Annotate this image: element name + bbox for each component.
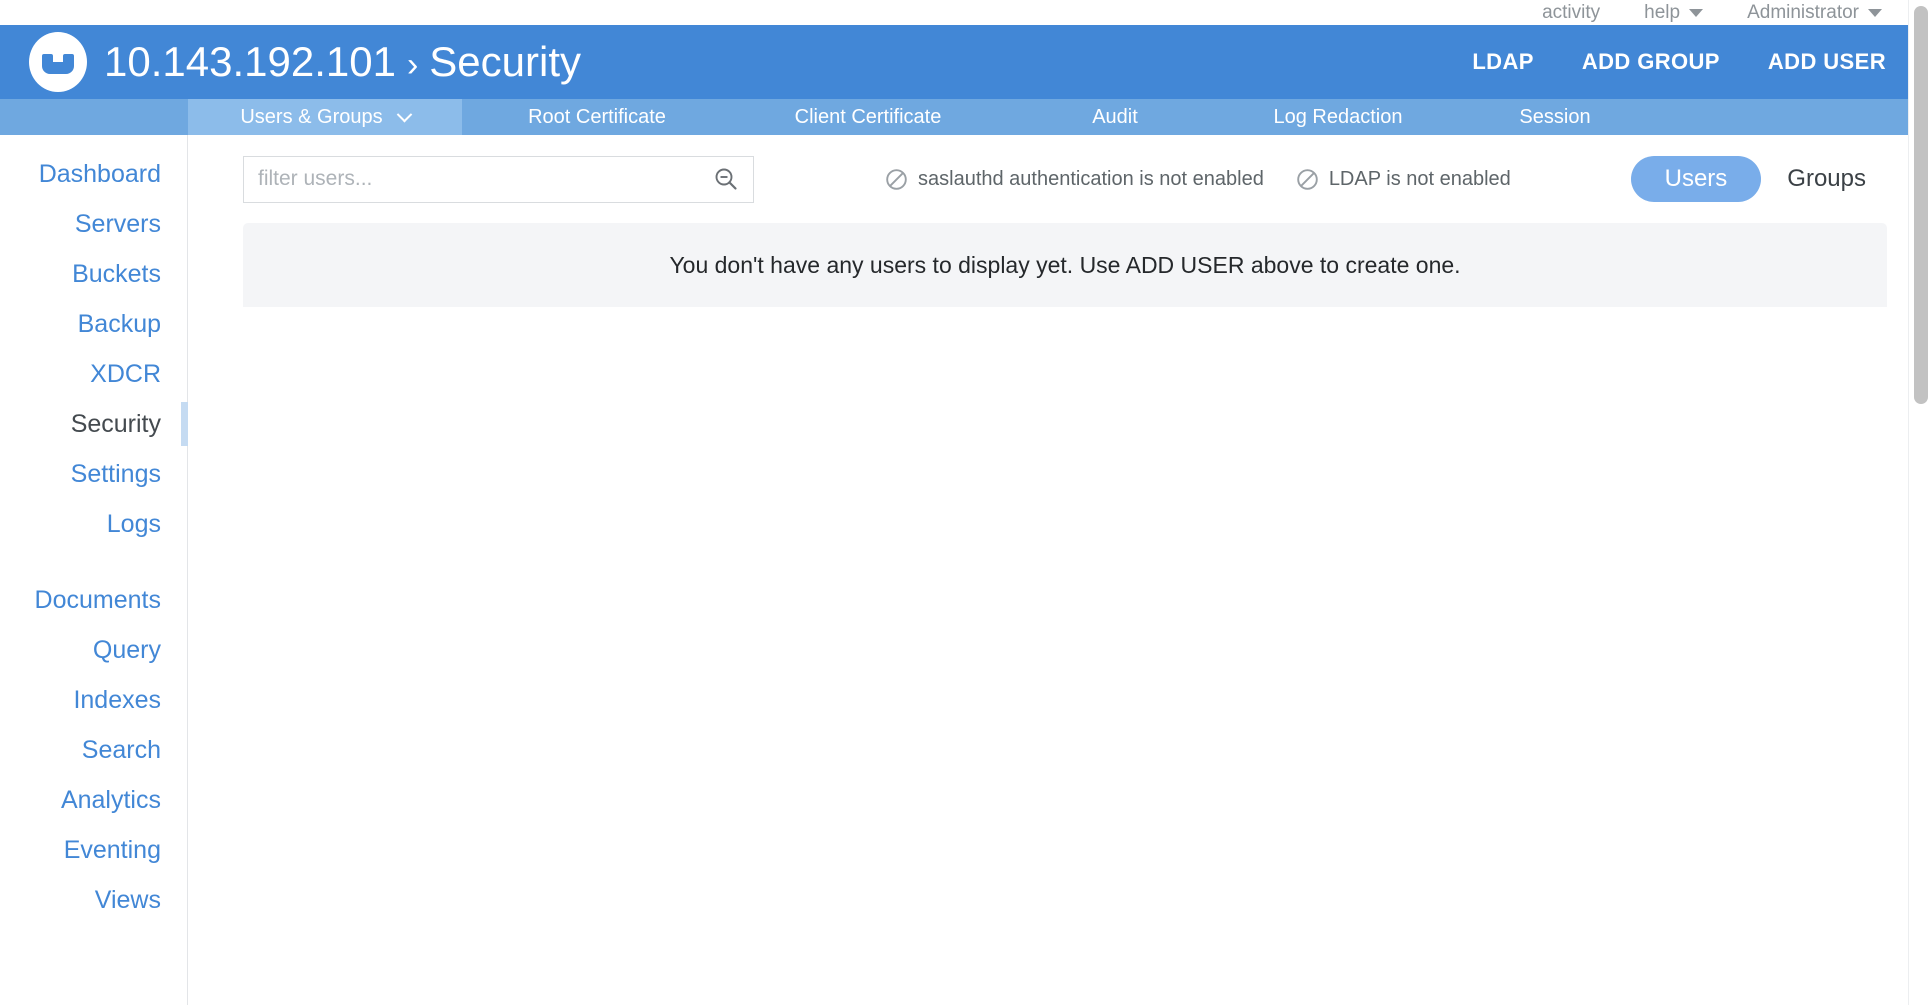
sidebar-item-query[interactable]: Query [0,625,187,675]
tab-label: Root Certificate [528,105,666,128]
sidebar-item-search[interactable]: Search [0,725,187,775]
page-title: 10.143.192.101 › Security [104,38,581,86]
sidebar-item-label: Settings [70,459,161,488]
sidebar-item-label: Dashboard [38,159,161,188]
tab-log-redaction[interactable]: Log Redaction [1226,99,1450,135]
tab-client-certificate[interactable]: Client Certificate [732,99,1004,135]
sidebar-item-label: Documents [34,585,161,614]
sidebar-group-divider [0,549,187,575]
breadcrumb-section: Security [429,38,581,85]
chevron-down-icon [396,106,412,122]
search-input[interactable] [244,156,753,202]
users-groups-toggle: Users Groups [1630,156,1898,202]
header-actions: LDAP ADD GROUP ADD USER [1424,49,1908,75]
sidebar-item-label: Security [70,409,161,438]
sidebar-item-label: Search [81,735,161,764]
status-indicators: saslauthd authentication is not enabled … [885,168,1511,191]
sidebar-item-logs[interactable]: Logs [0,499,187,549]
sidebar-item-label: Analytics [60,785,161,814]
couchbase-admin-console: activity help Administrator 10.143.192.1… [0,0,1932,1005]
sidebar-item-label: Logs [106,509,161,538]
empty-state-panel: You don't have any users to display yet.… [243,223,1887,307]
sidebar-item-buckets[interactable]: Buckets [0,249,187,299]
content-area: saslauthd authentication is not enabled … [189,135,1908,1005]
sidebar-item-eventing[interactable]: Eventing [0,825,187,875]
sidebar: Dashboard Servers Buckets Backup XDCR Se… [0,135,188,1005]
status-saslauthd: saslauthd authentication is not enabled [885,168,1264,191]
sidebar-item-settings[interactable]: Settings [0,449,187,499]
sidebar-item-analytics[interactable]: Analytics [0,775,187,825]
prohibited-icon [885,168,908,191]
toggle-users-button[interactable]: Users [1630,156,1762,202]
sidebar-item-documents[interactable]: Documents [0,575,187,625]
sidebar-item-label: XDCR [90,359,161,388]
sidebar-item-label: Views [94,885,161,914]
utility-item-help[interactable]: help [1644,2,1704,23]
tab-audit[interactable]: Audit [1004,99,1226,135]
utility-label-activity: activity [1542,2,1601,23]
page-scrollbar[interactable] [1908,0,1932,1005]
tab-label: Users & Groups [240,105,383,128]
tab-root-certificate[interactable]: Root Certificate [462,99,732,135]
status-label: saslauthd authentication is not enabled [918,167,1264,190]
chevron-down-icon [1689,8,1704,17]
sidebar-item-servers[interactable]: Servers [0,199,187,249]
toggle-groups-button[interactable]: Groups [1761,156,1876,202]
breadcrumb-separator-icon: › [406,46,419,84]
tab-label: Client Certificate [794,105,942,128]
sidebar-item-label: Backup [77,309,161,338]
tab-users-and-groups[interactable]: Users & Groups [188,99,462,135]
sidebar-item-backup[interactable]: Backup [0,299,187,349]
sidebar-item-label: Eventing [63,835,161,864]
sidebar-item-label: Buckets [72,259,161,288]
tab-label: Session [1519,105,1591,128]
utility-item-administrator[interactable]: Administrator [1747,3,1882,22]
search-icon[interactable] [713,166,739,192]
couchbase-logo-icon[interactable] [27,31,89,93]
sidebar-item-label: Servers [74,209,161,238]
utility-item-activity[interactable]: activity [1542,3,1600,22]
sidebar-item-xdcr[interactable]: XDCR [0,349,187,399]
utility-label-help: help [1644,2,1681,23]
sidebar-item-dashboard[interactable]: Dashboard [0,149,187,199]
utility-bar: activity help Administrator [0,0,1908,25]
main-header: 10.143.192.101 › Security LDAP ADD GROUP… [0,25,1908,99]
sidebar-item-views[interactable]: Views [0,875,187,925]
tab-label: Audit [1092,105,1138,128]
sidebar-item-security[interactable]: Security [0,399,188,449]
users-toolbar: saslauthd authentication is not enabled … [189,135,1908,223]
tab-bar: Users & Groups Root Certificate Client C… [0,99,1908,135]
tab-bar-spacer [0,99,188,135]
tab-label: Log Redaction [1273,105,1403,128]
empty-state-message: You don't have any users to display yet.… [669,251,1461,278]
breadcrumb-cluster[interactable]: 10.143.192.101 [104,38,396,86]
chevron-down-icon [1868,8,1882,17]
sidebar-item-indexes[interactable]: Indexes [0,675,187,725]
ldap-button[interactable]: LDAP [1472,49,1534,75]
add-user-button[interactable]: ADD USER [1768,49,1886,75]
sidebar-item-label: Query [92,635,161,664]
tab-session[interactable]: Session [1450,99,1660,135]
add-group-button[interactable]: ADD GROUP [1582,49,1720,75]
prohibited-icon [1296,168,1319,191]
sidebar-item-label: Indexes [73,685,161,714]
scrollbar-thumb[interactable] [1914,6,1928,404]
status-label: LDAP is not enabled [1328,167,1511,190]
status-ldap: LDAP is not enabled [1296,168,1511,191]
filter-users-box[interactable] [243,155,754,203]
utility-label-administrator: Administrator [1747,2,1859,23]
